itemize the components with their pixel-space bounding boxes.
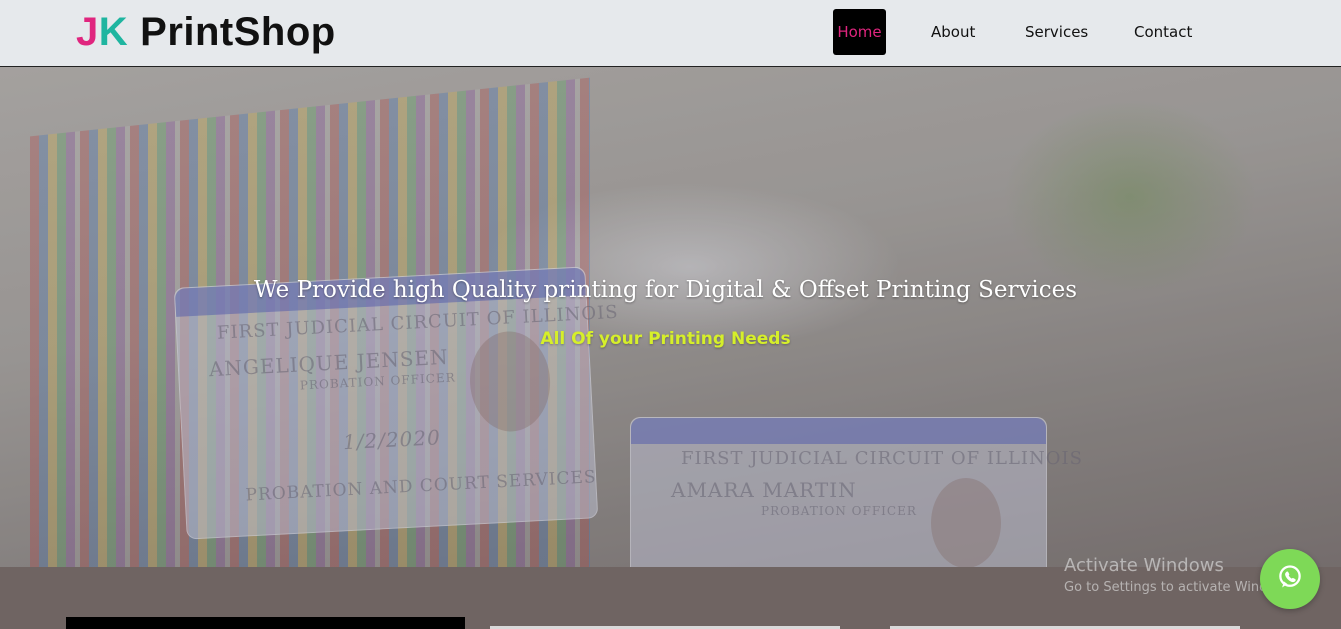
nav-home[interactable]: Home (833, 9, 886, 55)
nav-services[interactable]: Services (1025, 9, 1088, 55)
logo-letter-k: K (98, 10, 129, 54)
feature-box-1 (66, 617, 465, 629)
whatsapp-icon (1276, 563, 1304, 595)
site-logo[interactable]: JK PrintShop (76, 8, 336, 56)
nav-about[interactable]: About (931, 9, 975, 55)
hero-subtitle: All Of your Printing Needs (540, 329, 791, 349)
logo-name: PrintShop (140, 10, 336, 54)
site-header: JK PrintShop Home About Services Contact (0, 0, 1341, 67)
whatsapp-chat-button[interactable] (1260, 549, 1320, 609)
logo-letter-j: J (76, 10, 99, 54)
hero-banner: FIRST JUDICIAL CIRCUIT OF ILLINOIS ANGEL… (0, 67, 1341, 567)
hero-title: We Provide high Quality printing for Dig… (253, 277, 1078, 303)
nav-contact[interactable]: Contact (1134, 9, 1192, 55)
